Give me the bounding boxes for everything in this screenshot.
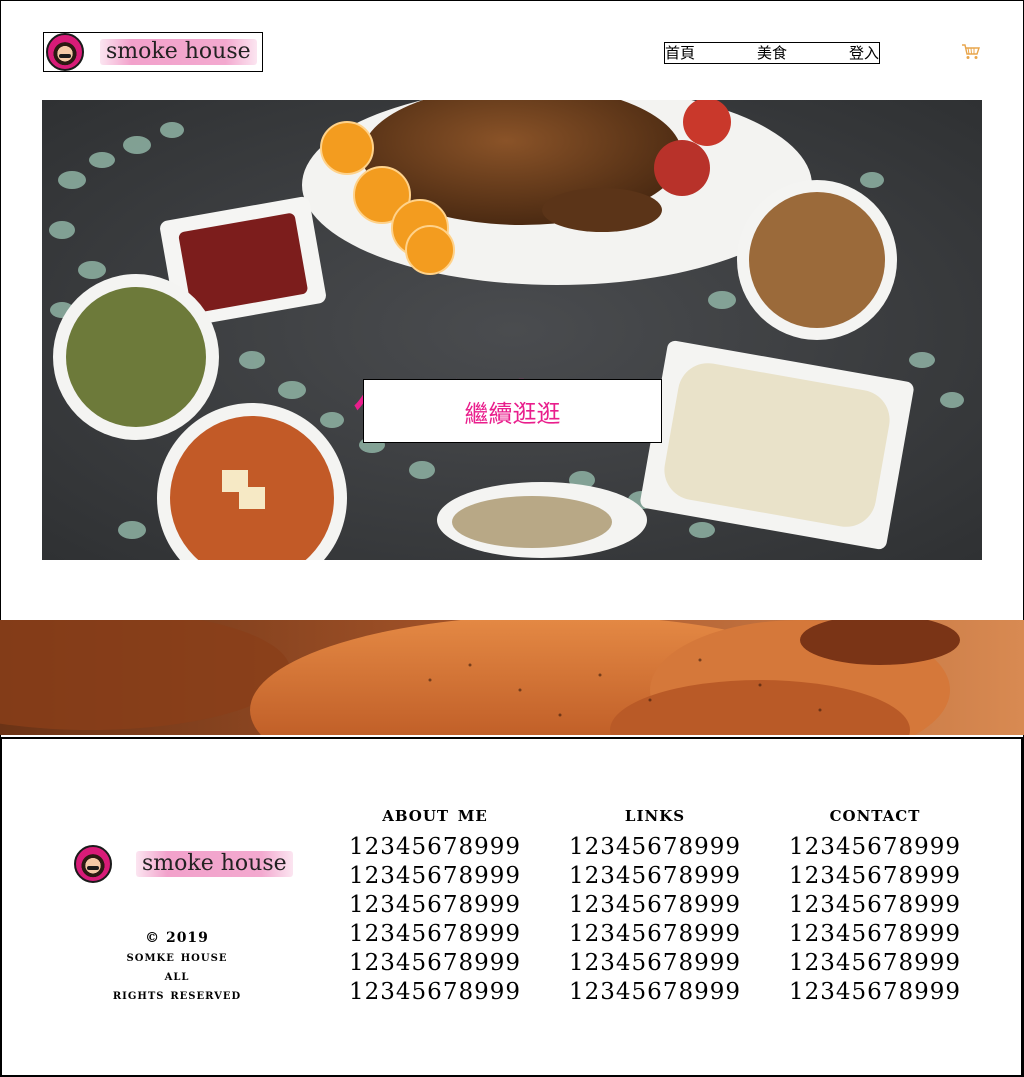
footer-logo[interactable]: smoke house xyxy=(74,845,293,883)
footer-column-title: links xyxy=(624,801,686,827)
footer-link[interactable]: 12345678999 xyxy=(335,978,535,1007)
footer-column-title: contact xyxy=(829,801,921,827)
footer-link[interactable]: 12345678999 xyxy=(555,891,755,920)
footer-column-links: links 12345678999 12345678999 1234567899… xyxy=(555,799,755,1007)
footer-logo-avatar-icon xyxy=(74,845,112,883)
site-footer: smoke house © 2019 somke house all right… xyxy=(0,737,1023,1077)
footer-link[interactable]: 12345678999 xyxy=(335,862,535,891)
footer-link[interactable]: 12345678999 xyxy=(555,920,755,949)
footer-link[interactable]: 12345678999 xyxy=(335,949,535,978)
main-nav: 首頁 美食 登入 xyxy=(664,42,880,64)
footer-link[interactable]: 12345678999 xyxy=(775,978,975,1007)
nav-login[interactable]: 登入 xyxy=(849,43,879,63)
logo-avatar-icon xyxy=(46,33,84,71)
footer-link[interactable]: 12345678999 xyxy=(555,862,755,891)
cart-icon[interactable] xyxy=(962,44,980,60)
nav-home[interactable]: 首頁 xyxy=(665,43,695,63)
logo-text: smoke house xyxy=(100,39,257,65)
food-spread-image xyxy=(42,100,982,560)
site-logo[interactable]: smoke house xyxy=(43,32,263,72)
footer-link[interactable]: 12345678999 xyxy=(775,833,975,862)
footer-link[interactable]: 12345678999 xyxy=(555,949,755,978)
footer-column-about: about me 12345678999 12345678999 1234567… xyxy=(335,799,535,1007)
roast-chicken-banner xyxy=(0,620,1024,735)
footer-column-contact: contact 12345678999 12345678999 12345678… xyxy=(775,799,975,1007)
footer-link[interactable]: 12345678999 xyxy=(335,891,535,920)
copyright-line: rights reserved xyxy=(112,987,242,1003)
copyright-line: somke house xyxy=(126,949,228,965)
footer-link[interactable]: 12345678999 xyxy=(335,920,535,949)
copyright-line: © 2019 xyxy=(145,930,209,946)
copyright: © 2019 somke house all rights reserved xyxy=(62,929,292,1005)
hero-banner: 付款成功 繼續逛逛 xyxy=(42,100,982,560)
copyright-line: all xyxy=(164,968,190,984)
footer-column-title: about me xyxy=(382,801,488,827)
footer-link[interactable]: 12345678999 xyxy=(335,833,535,862)
footer-link[interactable]: 12345678999 xyxy=(555,978,755,1007)
footer-link[interactable]: 12345678999 xyxy=(775,862,975,891)
footer-link[interactable]: 12345678999 xyxy=(775,949,975,978)
continue-shopping-button[interactable]: 繼續逛逛 xyxy=(363,379,662,443)
footer-link[interactable]: 12345678999 xyxy=(555,833,755,862)
footer-link[interactable]: 12345678999 xyxy=(775,920,975,949)
roast-chicken-image xyxy=(0,620,1024,735)
footer-logo-text: smoke house xyxy=(136,851,293,877)
footer-link[interactable]: 12345678999 xyxy=(775,891,975,920)
nav-food[interactable]: 美食 xyxy=(757,43,787,63)
